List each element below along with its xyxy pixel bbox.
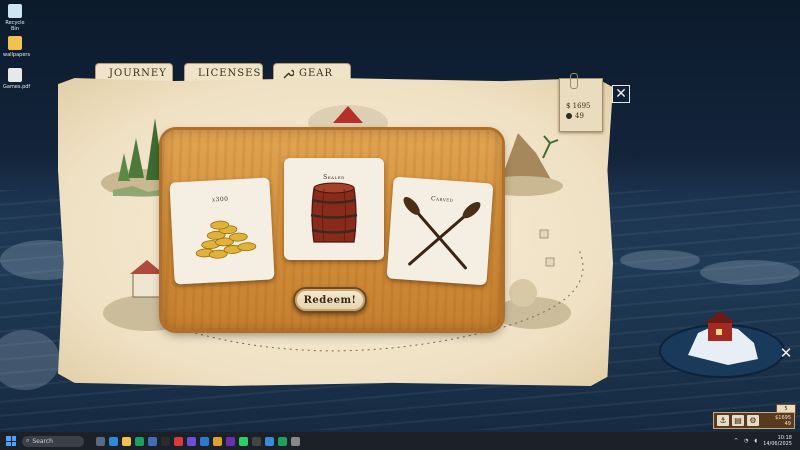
book-icon[interactable]: ▤ <box>732 415 744 426</box>
whatsapp-icon[interactable] <box>239 436 248 446</box>
system-tray: ^ ◔ ◖ 10:18 14/06/2025 <box>734 435 800 447</box>
chevron-up-icon[interactable]: ^ <box>734 438 738 444</box>
oars-icon <box>403 197 481 270</box>
app-icon[interactable] <box>226 436 235 446</box>
wifi-icon[interactable]: ◔ <box>744 438 748 444</box>
redeem-button[interactable]: Redeem! <box>293 287 367 313</box>
settings-icon[interactable]: ⚙ <box>747 415 759 426</box>
taskbar: ⌕ Search ^ ◔ ◖ 10:18 14/06/2025 <box>0 432 800 450</box>
reward-card-barrel[interactable]: Sealed <box>284 158 384 260</box>
paper-clip-icon <box>570 73 578 89</box>
task-view-icon[interactable] <box>96 436 105 446</box>
vscode-icon[interactable] <box>200 436 209 446</box>
chrome-icon[interactable] <box>135 436 144 446</box>
wrench-icon <box>283 69 294 78</box>
app-icon[interactable] <box>265 436 274 446</box>
wallet-tag: $ 1695 49 <box>559 73 603 132</box>
close-button[interactable]: ✕ <box>612 85 630 103</box>
gold-coins-icon <box>195 220 257 259</box>
search-icon: ⌕ <box>26 437 30 444</box>
hud-wallet: $1695 49 <box>775 414 791 427</box>
home-island[interactable] <box>658 303 786 379</box>
anchor-icon[interactable]: ⚓ <box>717 415 729 426</box>
paint-icon[interactable] <box>213 436 222 446</box>
coin-icon <box>566 113 572 119</box>
folder-icon <box>8 36 22 50</box>
explorer-icon[interactable] <box>122 436 131 446</box>
pdf-icon <box>8 68 22 82</box>
reward-card-coins[interactable]: x300 <box>169 177 275 285</box>
coin-count: 49 <box>575 112 584 120</box>
taskbar-apps <box>96 436 300 446</box>
teams-icon[interactable] <box>187 436 196 446</box>
recycle-bin-icon <box>8 4 22 18</box>
clock[interactable]: 10:18 14/06/2025 <box>763 435 792 447</box>
mail-icon[interactable] <box>148 436 157 446</box>
desktop-icon-recycle-bin[interactable]: Recycle Bin <box>3 4 27 32</box>
search-box[interactable]: ⌕ Search <box>22 435 84 447</box>
hud-bar: ⚓ ▤ ⚙ $1695 49 <box>713 412 795 429</box>
ice-floe <box>700 260 800 285</box>
reward-card-oars[interactable]: Carved <box>386 176 494 286</box>
desktop-icon-wallpapers[interactable]: wallpapers <box>3 36 30 58</box>
close-icon[interactable]: ✕ <box>778 344 794 362</box>
app-icon[interactable] <box>252 436 261 446</box>
terminal-icon[interactable] <box>161 436 170 446</box>
volume-icon[interactable]: ◖ <box>755 438 758 444</box>
barrel-icon <box>310 182 358 243</box>
app-icon[interactable] <box>291 436 300 446</box>
music-icon[interactable] <box>174 436 183 446</box>
app-icon[interactable] <box>278 436 287 446</box>
desktop-icon-games-pdf[interactable]: Games.pdf <box>3 68 30 90</box>
money-amount: $ 1695 <box>566 102 591 110</box>
start-button[interactable] <box>6 436 16 446</box>
ice-floe <box>620 250 700 270</box>
edge-icon[interactable] <box>109 436 118 446</box>
